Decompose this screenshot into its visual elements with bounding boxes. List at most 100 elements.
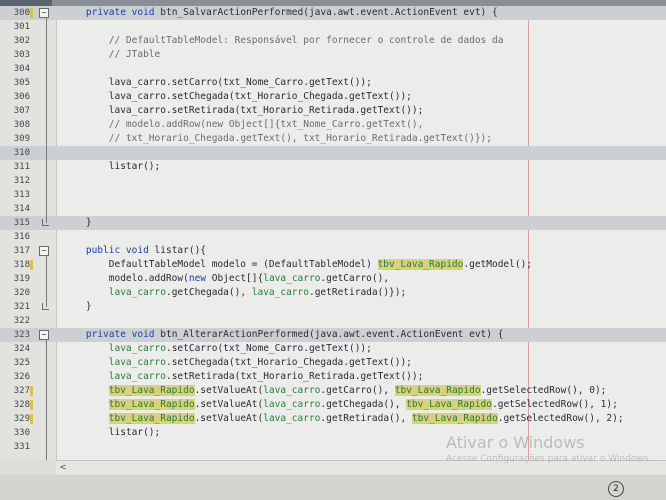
- code-token: lava_carro: [251, 287, 309, 298]
- windows-activation-watermark: Ativar o Windows Acesse Configurações pa…: [446, 434, 651, 465]
- line-number: 324: [13, 344, 30, 354]
- code-token: listar();: [63, 427, 161, 438]
- code-line[interactable]: 306 lava_carro.setChegada(txt_Horario_Ch…: [0, 90, 666, 104]
- line-number: 314: [13, 204, 30, 214]
- code-token: lava_carro.setChegada(txt_Horario_Chegad…: [63, 91, 412, 102]
- code-token: .getRetirada(),: [320, 413, 412, 424]
- code-line[interactable]: 310: [0, 146, 666, 160]
- code-line[interactable]: 323− private void btn_AlterarActionPerfo…: [0, 328, 666, 342]
- line-number: 311: [13, 162, 30, 172]
- line-number: 320: [13, 288, 30, 298]
- code-line[interactable]: 308 // modelo.addRow(new Object[]{txt_No…: [0, 118, 666, 132]
- code-line[interactable]: 329 tbv_Lava_Rapido.setValueAt(lava_carr…: [0, 412, 666, 426]
- scroll-left-icon[interactable]: <: [60, 461, 66, 475]
- code-line[interactable]: 324 lava_carro.setCarro(txt_Nome_Carro.g…: [0, 342, 666, 356]
- line-number: 317: [13, 246, 30, 256]
- code-token: Object[]{: [206, 273, 264, 284]
- notification-badge[interactable]: 2: [608, 481, 624, 497]
- code-line[interactable]: 309 // txt_Horario_Chegada.getText(), tx…: [0, 132, 666, 146]
- code-token: lava_carro.setCarro(txt_Nome_Carro.getTe…: [63, 77, 372, 88]
- line-number: 313: [13, 190, 30, 200]
- code-token: lava_carro: [108, 287, 166, 298]
- code-line[interactable]: 312: [0, 174, 666, 188]
- code-line[interactable]: 318 DefaultTableModel modelo = (DefaultT…: [0, 258, 666, 272]
- code-token: lava_carro: [263, 399, 321, 410]
- change-marker: [30, 260, 33, 270]
- code-token: .setChegada(txt_Horario_Chegada.getText(…: [165, 357, 412, 368]
- code-text: // modelo.addRow(new Object[]{txt_Nome_C…: [63, 118, 424, 132]
- code-line[interactable]: 321 }: [0, 300, 666, 314]
- code-line[interactable]: 316: [0, 230, 666, 244]
- line-number: 329: [13, 414, 30, 424]
- code-token: }: [63, 217, 92, 228]
- code-line[interactable]: 328 tbv_Lava_Rapido.setValueAt(lava_carr…: [0, 398, 666, 412]
- code-text: // JTable: [63, 48, 160, 62]
- code-token: lava_carro: [263, 273, 321, 284]
- code-token: lava_carro: [108, 371, 166, 382]
- code-token: private void: [85, 329, 155, 340]
- code-editor[interactable]: 300− private void btn_SalvarActionPerfor…: [0, 6, 666, 460]
- code-text: // DefaultTableModel: Responsável por fo…: [63, 34, 504, 48]
- line-number: 303: [13, 50, 30, 60]
- code-token: private void: [85, 7, 155, 18]
- line-number: 318: [13, 260, 30, 270]
- line-number: 319: [13, 274, 30, 284]
- line-number: 327: [13, 386, 30, 396]
- code-text: private void btn_AlterarActionPerformed(…: [63, 328, 504, 342]
- code-line[interactable]: 301: [0, 20, 666, 34]
- line-number: 304: [13, 64, 30, 74]
- code-token: .getRetirada()});: [308, 287, 407, 298]
- code-token: listar(){: [148, 245, 207, 256]
- line-number: 323: [13, 330, 30, 340]
- code-line[interactable]: 326 lava_carro.setRetirada(txt_Horario_R…: [0, 370, 666, 384]
- fold-collapse-icon[interactable]: −: [39, 246, 49, 256]
- line-number: 322: [13, 316, 30, 326]
- occurrence-highlight: tbv_Lava_Rapido: [108, 385, 195, 396]
- code-line[interactable]: 315 }: [0, 216, 666, 230]
- code-token: .setValueAt(: [194, 413, 264, 424]
- code-line[interactable]: 304: [0, 62, 666, 76]
- line-number: 312: [13, 176, 30, 186]
- fold-guide-line: [46, 255, 47, 307]
- code-text: listar();: [63, 426, 160, 440]
- code-text: public void listar(){: [63, 244, 206, 258]
- code-line[interactable]: 314: [0, 202, 666, 216]
- line-number: 307: [13, 106, 30, 116]
- code-line[interactable]: 317− public void listar(){: [0, 244, 666, 258]
- code-text: listar();: [63, 160, 160, 174]
- code-text: modelo.addRow(new Object[]{lava_carro.ge…: [63, 272, 389, 286]
- watermark-title: Ativar o Windows: [446, 433, 585, 452]
- code-line[interactable]: 325 lava_carro.setChegada(txt_Horario_Ch…: [0, 356, 666, 370]
- code-token: public void: [85, 245, 149, 256]
- line-number: 328: [13, 400, 30, 410]
- code-line[interactable]: 327 tbv_Lava_Rapido.setValueAt(lava_carr…: [0, 384, 666, 398]
- line-number: 308: [13, 120, 30, 130]
- code-line[interactable]: 305 lava_carro.setCarro(txt_Nome_Carro.g…: [0, 76, 666, 90]
- code-line[interactable]: 319 modelo.addRow(new Object[]{lava_carr…: [0, 272, 666, 286]
- code-line[interactable]: 302 // DefaultTableModel: Responsável po…: [0, 34, 666, 48]
- code-line[interactable]: 303 // JTable: [0, 48, 666, 62]
- code-line[interactable]: 313: [0, 188, 666, 202]
- code-line[interactable]: 307 lava_carro.setRetirada(txt_Horario_R…: [0, 104, 666, 118]
- fold-collapse-icon[interactable]: −: [39, 330, 49, 340]
- line-number: 330: [13, 428, 30, 438]
- line-number: 302: [13, 36, 30, 46]
- occurrence-highlight: tbv_Lava_Rapido: [108, 399, 195, 410]
- line-number: 325: [13, 358, 30, 368]
- line-number: 300: [13, 8, 30, 18]
- change-marker: [30, 400, 33, 410]
- code-text: // txt_Horario_Chegada.getText(), txt_Ho…: [63, 132, 492, 146]
- fold-collapse-icon[interactable]: −: [39, 8, 49, 18]
- code-line[interactable]: 311 listar();: [0, 160, 666, 174]
- code-text: DefaultTableModel modelo = (DefaultTable…: [63, 258, 532, 272]
- code-line[interactable]: 300− private void btn_SalvarActionPerfor…: [0, 6, 666, 20]
- code-line[interactable]: 320 lava_carro.getChegada(), lava_carro.…: [0, 286, 666, 300]
- code-line[interactable]: 322: [0, 314, 666, 328]
